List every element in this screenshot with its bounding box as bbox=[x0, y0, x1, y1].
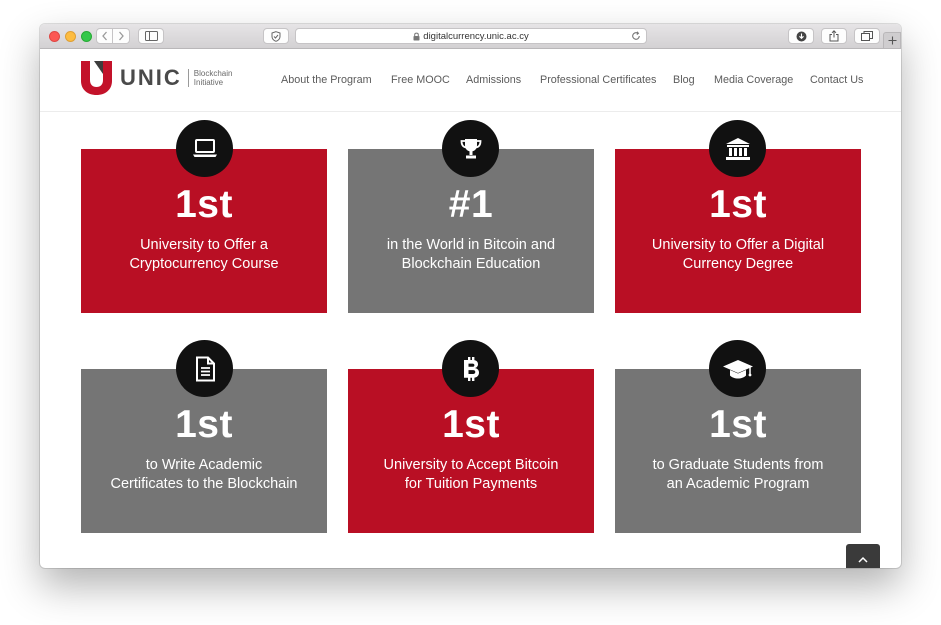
site-header: UNIC Blockchain Initiative About the Pro… bbox=[40, 50, 901, 112]
sidebar-icon bbox=[144, 31, 158, 41]
nav-about-the-program[interactable]: About the Program bbox=[281, 74, 372, 86]
browser-titlebar: digitalcurrency.unic.ac.cy bbox=[40, 24, 901, 49]
chevron-left-icon bbox=[101, 31, 107, 41]
nav-professional-certificates[interactable]: Professional Certificates bbox=[540, 74, 656, 86]
stat-value: 1st bbox=[175, 183, 233, 226]
share-icon bbox=[829, 30, 839, 42]
stat-description-line1: to Write Academic bbox=[145, 457, 263, 473]
shield-icon bbox=[271, 30, 281, 42]
tabs-icon bbox=[861, 31, 873, 41]
forward-button[interactable] bbox=[112, 28, 130, 44]
address-url: digitalcurrency.unic.ac.cy bbox=[423, 30, 529, 42]
browser-window: digitalcurrency.unic.ac.cy UNIC Blockcha… bbox=[40, 24, 901, 568]
nav-admissions[interactable]: Admissions bbox=[466, 74, 521, 86]
stat-description-line2: Certificates to the Blockchain bbox=[110, 476, 298, 492]
stat-description: University to Offer a Cryptocurrency Cou… bbox=[99, 236, 309, 274]
downloads-button[interactable] bbox=[788, 28, 814, 44]
laptop-icon bbox=[176, 120, 233, 177]
privacy-report-button[interactable] bbox=[263, 28, 289, 44]
stat-description: University to Offer a Digital Currency D… bbox=[633, 236, 843, 274]
stat-description-line2: for Tuition Payments bbox=[404, 476, 538, 492]
share-button[interactable] bbox=[821, 28, 847, 44]
document-icon bbox=[176, 340, 233, 397]
chevron-up-icon bbox=[858, 556, 868, 563]
back-button[interactable] bbox=[96, 28, 113, 44]
download-icon bbox=[796, 31, 806, 41]
plus-icon bbox=[888, 36, 896, 45]
scroll-to-top-button[interactable] bbox=[846, 544, 880, 568]
stat-description-line1: University to Offer a bbox=[140, 237, 268, 253]
nav-media-coverage[interactable]: Media Coverage bbox=[714, 74, 793, 86]
stat-value: #1 bbox=[448, 183, 494, 226]
stat-description: to Graduate Students from an Academic Pr… bbox=[633, 456, 843, 494]
lock-icon bbox=[413, 32, 420, 41]
stat-description-line2: an Academic Program bbox=[666, 476, 810, 492]
bank-icon bbox=[709, 120, 766, 177]
stat-description-line1: University to Accept Bitcoin bbox=[383, 457, 559, 473]
main-nav: About the Program Free MOOC Admissions P… bbox=[40, 74, 901, 90]
sidebar-toggle-button[interactable] bbox=[138, 28, 164, 44]
window-maximize-button[interactable] bbox=[81, 31, 92, 42]
window-minimize-button[interactable] bbox=[65, 31, 76, 42]
stat-description: University to Accept Bitcoin for Tuition… bbox=[366, 456, 576, 494]
stat-description-line2: Cryptocurrency Course bbox=[129, 256, 279, 272]
nav-blog[interactable]: Blog bbox=[673, 74, 695, 86]
stat-description-line1: to Graduate Students from bbox=[652, 457, 824, 473]
new-tab-button[interactable] bbox=[883, 32, 901, 49]
stat-description: to Write Academic Certificates to the Bl… bbox=[99, 456, 309, 494]
stat-value: 1st bbox=[709, 403, 767, 446]
chevron-right-icon bbox=[119, 31, 124, 41]
trophy-icon bbox=[442, 120, 499, 177]
stat-description-line2: Blockchain Education bbox=[401, 256, 541, 272]
stat-value: 1st bbox=[442, 403, 500, 446]
bitcoin-icon bbox=[442, 340, 499, 397]
tab-overview-button[interactable] bbox=[854, 28, 880, 44]
window-close-button[interactable] bbox=[49, 31, 60, 42]
stat-value: 1st bbox=[709, 183, 767, 226]
nav-contact-us[interactable]: Contact Us bbox=[810, 74, 863, 86]
stat-description: in the World in Bitcoin and Blockchain E… bbox=[366, 236, 576, 274]
stat-description-line1: University to Offer a Digital bbox=[651, 237, 825, 253]
address-bar[interactable]: digitalcurrency.unic.ac.cy bbox=[295, 28, 647, 44]
stat-description-line1: in the World in Bitcoin and bbox=[386, 237, 556, 253]
stat-description-line2: Currency Degree bbox=[682, 256, 794, 272]
nav-free-mooc[interactable]: Free MOOC bbox=[391, 74, 450, 86]
stat-value: 1st bbox=[175, 403, 233, 446]
graduation-cap-icon bbox=[709, 340, 766, 397]
reload-icon[interactable] bbox=[631, 31, 641, 44]
